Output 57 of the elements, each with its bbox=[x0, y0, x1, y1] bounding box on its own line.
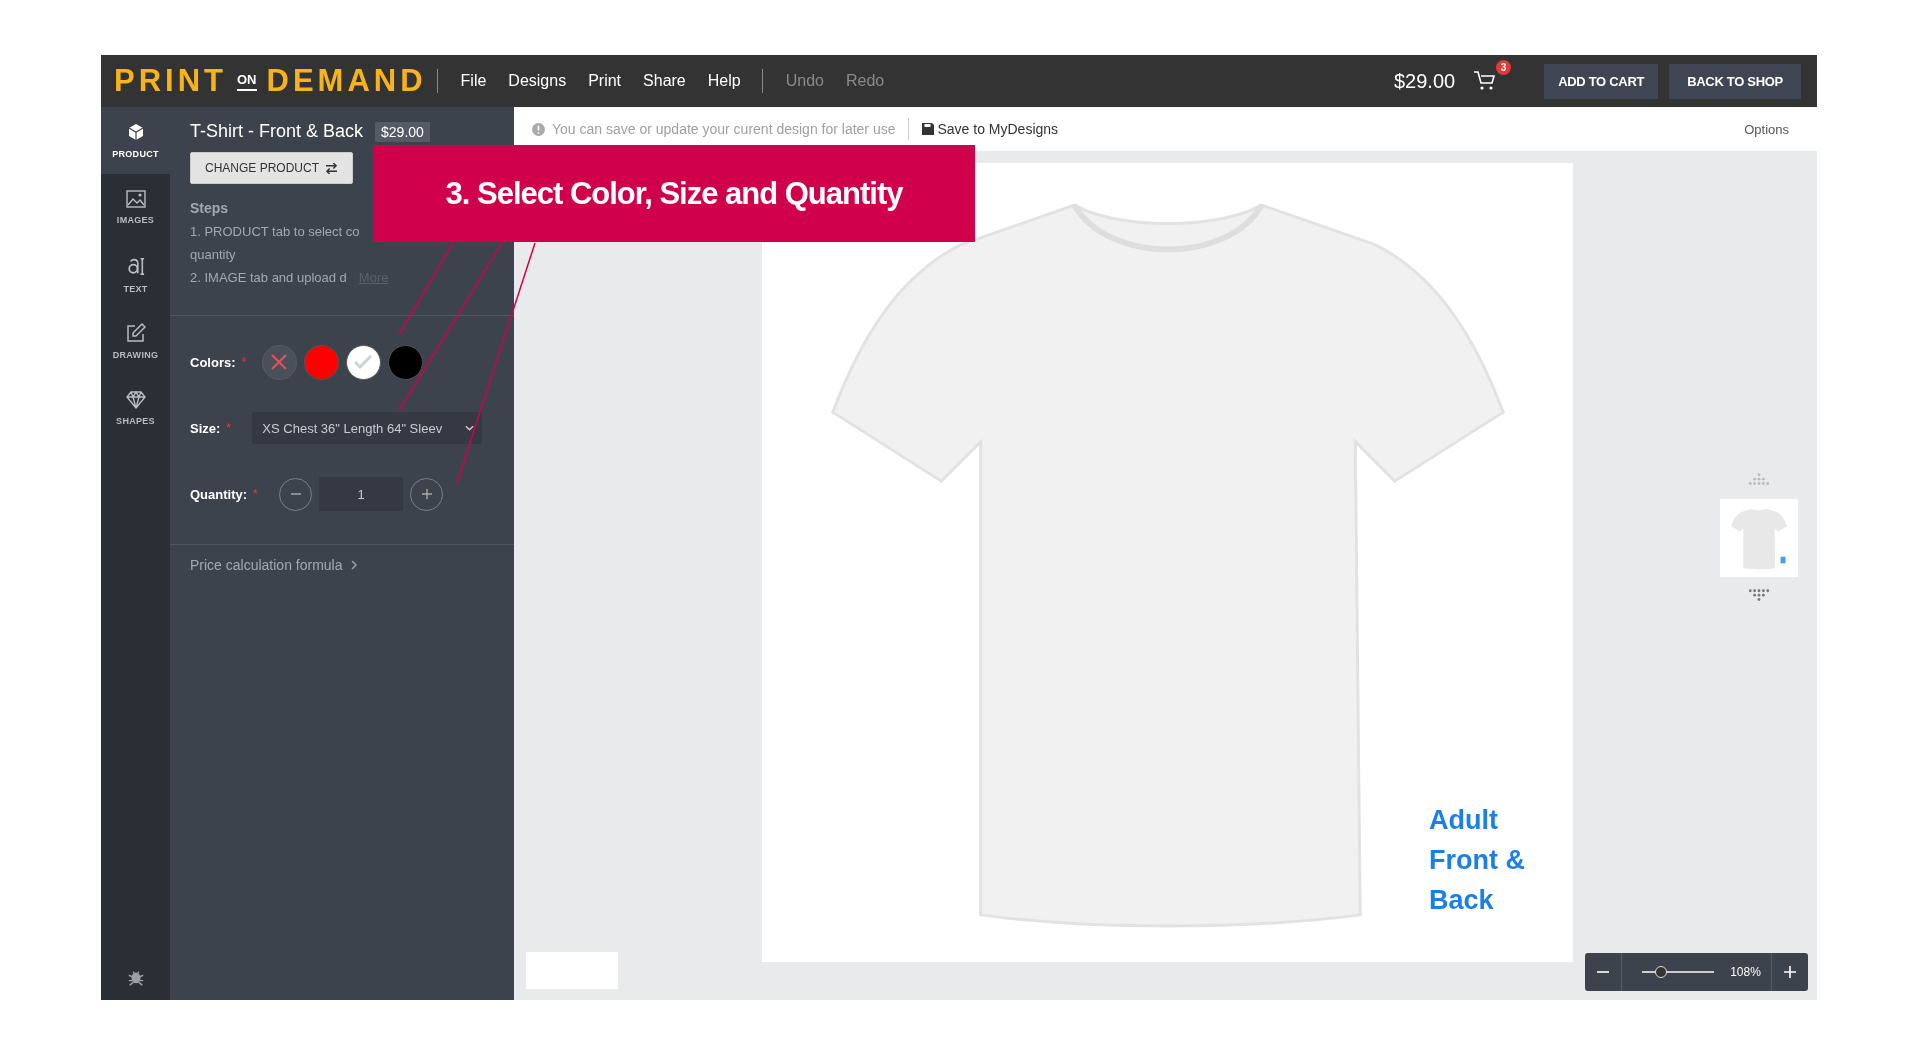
brand-logo[interactable]: PRINT ON DEMAND bbox=[114, 63, 427, 99]
cart-icon[interactable] bbox=[1473, 70, 1498, 92]
image-icon bbox=[125, 190, 146, 208]
cart-total: $29.00 bbox=[1393, 69, 1456, 93]
options-link[interactable]: Options bbox=[1744, 121, 1789, 137]
text-icon bbox=[126, 255, 145, 277]
field-label: Quantity: bbox=[190, 486, 248, 502]
change-product-button[interactable]: CHANGE PRODUCT bbox=[190, 152, 353, 184]
product-title: T-Shirt - Front & Back bbox=[190, 121, 364, 142]
menu-item[interactable]: Print bbox=[588, 72, 622, 90]
sidebar-tab[interactable]: SHAPES bbox=[101, 375, 170, 442]
header-button[interactable]: ADD TO CART bbox=[1544, 63, 1659, 99]
plus-icon bbox=[1783, 966, 1796, 978]
required-mark: * bbox=[226, 421, 232, 435]
diamond-icon bbox=[125, 391, 146, 409]
steps-heading: Steps bbox=[190, 200, 229, 216]
quantity-input[interactable]: 1 bbox=[319, 477, 404, 511]
size-select[interactable]: XS Chest 36" Length 64" Sleev bbox=[252, 412, 483, 444]
product-label: Adult Front & Back bbox=[1429, 804, 1525, 917]
pencil-icon bbox=[125, 323, 146, 343]
save-link[interactable]: Save to MyDesigns bbox=[922, 121, 1059, 137]
info-message: You can save or update your curent design for later use bbox=[552, 121, 896, 137]
no-color-swatch[interactable] bbox=[261, 344, 297, 380]
check-icon bbox=[354, 355, 372, 369]
close-icon bbox=[271, 354, 287, 370]
color-swatch[interactable] bbox=[387, 344, 423, 380]
menu-item[interactable]: File bbox=[460, 72, 487, 90]
chevron-right-icon bbox=[350, 560, 357, 570]
required-mark: * bbox=[253, 487, 259, 501]
sidebar-tab[interactable]: PRODUCT bbox=[101, 107, 170, 174]
color-swatch[interactable] bbox=[345, 344, 381, 380]
menu-item[interactable]: Share bbox=[643, 72, 686, 90]
sidebar-tab[interactable]: DRAWING bbox=[101, 308, 170, 375]
menu-item[interactable]: Designs bbox=[508, 72, 567, 90]
slider-thumb[interactable] bbox=[1655, 966, 1668, 978]
cart-count-badge: 3 bbox=[1496, 60, 1512, 75]
menu-item[interactable]: Help bbox=[707, 72, 741, 90]
callout-banner: 3. Select Color, Size and Quantity bbox=[373, 145, 975, 242]
header-button[interactable]: BACK TO SHOP bbox=[1669, 63, 1801, 99]
price-tag: $29.00 bbox=[375, 121, 430, 142]
step-text: 2. IMAGE tab and upload d bbox=[190, 270, 347, 285]
step-text: quantity bbox=[190, 247, 236, 262]
info-icon bbox=[532, 122, 545, 136]
swap-arrows-icon bbox=[325, 162, 338, 174]
zoom-reading: 108% bbox=[1730, 965, 1761, 979]
color-swatch[interactable] bbox=[303, 344, 339, 380]
field-label: Size: bbox=[190, 420, 221, 436]
sidebar-tab[interactable]: IMAGES bbox=[101, 174, 170, 241]
sidebar-tab[interactable]: TEXT bbox=[101, 241, 170, 308]
plus-icon bbox=[421, 489, 432, 499]
page-thumbnail[interactable] bbox=[1720, 499, 1798, 577]
bug-icon[interactable] bbox=[126, 968, 145, 986]
chevron-down-icon bbox=[465, 425, 475, 431]
required-mark: * bbox=[241, 355, 248, 369]
field-label: Colors: bbox=[190, 354, 236, 370]
step-text: 1. PRODUCT tab to select co bbox=[190, 224, 360, 239]
price-formula-link[interactable]: Price calculation formula bbox=[190, 557, 494, 573]
